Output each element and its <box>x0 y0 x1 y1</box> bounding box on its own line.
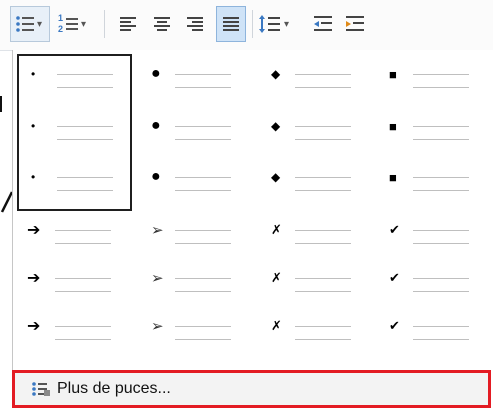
document-edge-fragment <box>0 96 2 112</box>
more-bullets-label: Plus de puces... <box>57 380 171 397</box>
large-dot-bullet: ● <box>151 117 161 134</box>
decrease-indent-button[interactable] <box>312 6 338 42</box>
bullet-option-diamond[interactable]: ◆ ◆ ◆ <box>257 54 372 211</box>
bullet-option-bold-arrow[interactable]: ➔ ➔ ➔ <box>17 218 132 368</box>
small-dot-bullet: • <box>31 67 36 81</box>
bullet-list-icon <box>15 14 35 34</box>
chevron-down-icon[interactable]: ▾ <box>37 19 42 30</box>
chevron-down-icon[interactable]: ▾ <box>284 19 289 30</box>
align-left-icon <box>118 14 138 34</box>
bullets-library-icon <box>31 380 51 398</box>
bullet-library-gallery: • • • ● ● ● ◆ ◆ ◆ ■ ■ ■ ➔ ➔ ➔ ➢ ➢ ➢ ✗ ✗ … <box>12 50 493 372</box>
cross-bullet: ✗ <box>271 318 282 333</box>
increase-indent-icon <box>344 14 366 34</box>
increase-indent-button[interactable] <box>344 6 370 42</box>
diamond-bullet: ◆ <box>271 119 281 133</box>
decrease-indent-icon <box>312 14 334 34</box>
checkmark-bullet: ✔ <box>389 270 400 285</box>
chevron-down-icon[interactable]: ▾ <box>81 19 86 30</box>
paragraph-toolbar: ▾ 1 2 ▾ ▾ <box>0 0 493 51</box>
align-left-button[interactable] <box>118 6 144 42</box>
bullet-option-checkmark[interactable]: ✔ ✔ ✔ <box>375 218 490 368</box>
align-center-icon <box>152 14 172 34</box>
bullet-option-small-dot[interactable]: • • • <box>17 54 132 211</box>
toolbar-separator <box>252 10 253 38</box>
more-bullets-button[interactable]: Plus de puces... <box>12 370 491 408</box>
diamond-bullet: ◆ <box>271 67 281 81</box>
toolbar-separator <box>104 10 105 38</box>
cross-bullet: ✗ <box>271 222 282 237</box>
large-dot-bullet: ● <box>151 65 161 82</box>
arrowhead-bullet: ➢ <box>151 222 164 239</box>
align-right-icon <box>185 14 205 34</box>
bullets-button[interactable]: ▾ <box>10 6 50 42</box>
diamond-bullet: ◆ <box>271 170 281 184</box>
align-right-button[interactable] <box>185 6 211 42</box>
square-bullet: ■ <box>389 66 397 82</box>
bullet-option-large-dot[interactable]: ● ● ● <box>137 54 252 211</box>
square-bullet: ■ <box>389 118 397 134</box>
checkmark-bullet: ✔ <box>389 222 400 237</box>
small-dot-bullet: • <box>31 119 36 133</box>
square-bullet: ■ <box>389 169 397 185</box>
justify-button[interactable] <box>216 6 246 42</box>
bold-arrow-bullet: ➔ <box>27 222 41 239</box>
arrowhead-bullet: ➢ <box>151 318 164 335</box>
bullet-option-arrowhead[interactable]: ➢ ➢ ➢ <box>137 218 252 368</box>
bullet-option-cross[interactable]: ✗ ✗ ✗ <box>257 218 372 368</box>
numbering-button[interactable]: 1 2 ▾ <box>55 6 97 42</box>
bullet-option-square[interactable]: ■ ■ ■ <box>375 54 490 211</box>
numbering-digit-1: 1 <box>58 13 64 23</box>
large-dot-bullet: ● <box>151 168 161 185</box>
numbering-digit-2: 2 <box>58 24 64 34</box>
cross-bullet: ✗ <box>271 270 282 285</box>
arrowhead-bullet: ➢ <box>151 270 164 287</box>
bold-arrow-bullet: ➔ <box>27 270 41 287</box>
line-spacing-button[interactable]: ▾ <box>258 6 304 42</box>
numbered-list-icon: 1 2 <box>57 13 79 35</box>
small-dot-bullet: • <box>31 170 36 184</box>
line-spacing-icon <box>258 13 282 35</box>
checkmark-bullet: ✔ <box>389 318 400 333</box>
align-center-button[interactable] <box>152 6 178 42</box>
justify-icon <box>221 14 241 34</box>
bold-arrow-bullet: ➔ <box>27 318 41 335</box>
